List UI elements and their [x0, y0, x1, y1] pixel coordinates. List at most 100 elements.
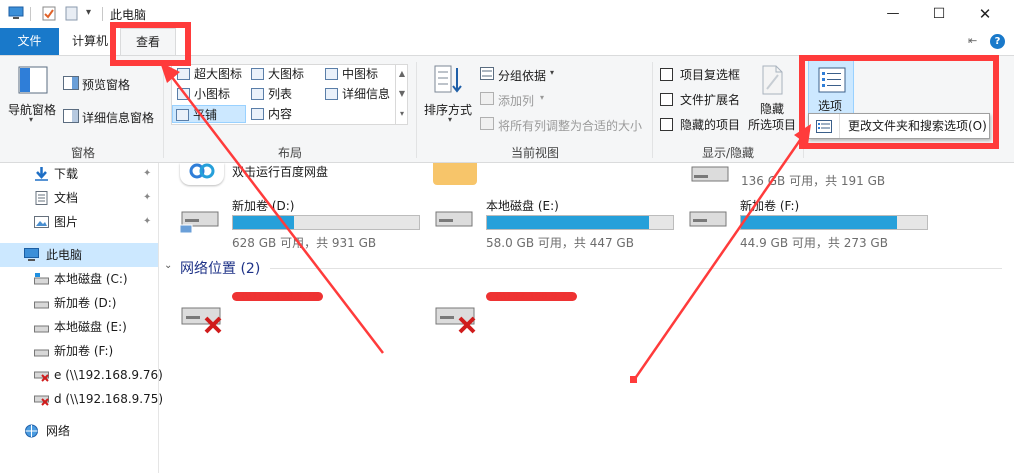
new-folder-icon[interactable] [64, 6, 80, 21]
nav-item-drive-e[interactable]: 本地磁盘 (E:) [0, 315, 158, 339]
baidu-netdisk-icon[interactable] [180, 163, 224, 185]
pin-icon[interactable]: ✦ [143, 210, 151, 234]
item-checkboxes-checkbox[interactable] [660, 68, 673, 81]
drive-icon [180, 211, 219, 233]
nav-item-drive-f[interactable]: 新加卷 (F:) [0, 339, 158, 363]
navigation-pane-chevron-icon[interactable]: ▾ [29, 115, 33, 124]
tab-file[interactable]: 文件 [0, 28, 59, 55]
nav-item-network[interactable]: 网络 [0, 419, 158, 443]
scroll-up-icon[interactable]: ▲ [396, 64, 408, 84]
size-all-columns-button[interactable]: 将所有列调整为合适的大小 [498, 117, 642, 134]
close-button[interactable]: ✕ [962, 0, 1008, 28]
network-location-e[interactable]: e (\\192.168.9.76) [180, 292, 420, 338]
change-folder-options-menu-item[interactable]: 更改文件夹和搜索选项(O) [839, 114, 989, 138]
hide-selected-label-2[interactable]: 所选项目 [748, 116, 796, 133]
sort-by-icon[interactable] [434, 64, 464, 96]
baidu-netdisk-label[interactable]: 双击运行百度网盘 [232, 163, 328, 180]
nav-item-drive-c[interactable]: 本地磁盘 (C:) [0, 267, 158, 291]
layout-large-icons[interactable]: 大图标 [248, 65, 304, 83]
options-button[interactable]: 选项 [808, 60, 854, 114]
maximize-button[interactable]: ☐ [916, 0, 962, 28]
group-label-current-view: 当前视图 [510, 146, 559, 160]
layout-list[interactable]: 列表 [248, 85, 292, 103]
details-pane-button[interactable]: 详细信息窗格 [82, 109, 154, 126]
layout-item-label: 平铺 [193, 108, 218, 122]
content-scrollbar[interactable] [1002, 163, 1014, 473]
drive-tile-f[interactable]: 新加卷 (F:) 44.9 GB 可用，共 273 GB [688, 197, 938, 251]
sort-by-chevron-icon[interactable]: ▾ [448, 115, 452, 124]
title-bar: ▾ 此电脑 — ☐ ✕ [0, 0, 1014, 28]
group-label-layout: 布局 [277, 146, 302, 160]
title-separator [30, 7, 31, 21]
ribbon-view: 导航窗格 ▾ 预览窗格 详细信息窗格 窗格 超大图标 大图标 中图标 小图标 列… [0, 55, 1014, 163]
file-extensions-checkbox[interactable] [660, 93, 673, 106]
add-columns-button[interactable]: 添加列 [498, 92, 534, 109]
nav-item-downloads[interactable]: 下载 ✦ [0, 162, 158, 186]
customize-qat-chevron-icon[interactable]: ▾ [86, 7, 91, 18]
layout-tiles[interactable]: 平铺 [172, 105, 246, 123]
folder-icon[interactable] [433, 163, 477, 185]
drive-tile-e[interactable]: 本地磁盘 (E:) 58.0 GB 可用，共 447 GB [434, 197, 684, 251]
network-location-d[interactable]: d (\\192.168.9.75) [434, 292, 674, 338]
hidden-items-checkbox[interactable] [660, 118, 673, 131]
preview-pane-button[interactable]: 预览窗格 [82, 76, 130, 93]
options-icon [818, 67, 846, 93]
hidden-items-label[interactable]: 隐藏的项目 [680, 116, 740, 133]
drive-icon[interactable] [690, 163, 730, 185]
nav-item-label: 本地磁盘 (C:) [54, 272, 128, 286]
pin-icon[interactable]: ✦ [143, 186, 151, 210]
layout-medium-icons[interactable]: 中图标 [322, 65, 378, 83]
drive-usage-fill [741, 216, 898, 229]
layout-extra-large-icons[interactable]: 超大图标 [174, 65, 242, 83]
drive-usage-bar [486, 215, 674, 230]
drive-tile-d[interactable]: 新加卷 (D:) 628 GB 可用，共 931 GB [180, 197, 430, 251]
minimize-button[interactable]: — [870, 0, 916, 28]
add-columns-chevron-icon[interactable]: ▾ [540, 93, 544, 102]
layout-gallery-scroller[interactable]: ▲ ▼ ▾ [395, 64, 408, 125]
navigation-pane-icon[interactable] [18, 66, 48, 94]
nav-item-drive-d[interactable]: 新加卷 (D:) [0, 291, 158, 315]
nav-item-network-drive-d[interactable]: d (\\192.168.9.75) [0, 387, 163, 411]
nav-item-label: 网络 [46, 424, 71, 438]
disconnected-network-drive-icon [435, 307, 476, 334]
tab-computer[interactable]: 计算机 [62, 28, 118, 55]
drive-usage-bar [232, 215, 420, 230]
layout-gallery: 超大图标 大图标 中图标 小图标 列表 详细信息 平铺 内容 [171, 64, 408, 125]
file-extensions-label[interactable]: 文件扩展名 [680, 91, 740, 108]
tiles-icon [176, 109, 189, 121]
layout-content[interactable]: 内容 [248, 105, 292, 123]
details-icon [325, 88, 338, 100]
layout-item-label: 内容 [268, 107, 293, 121]
group-by-chevron-icon[interactable]: ▾ [550, 68, 554, 77]
group-by-button[interactable]: 分组依据 [498, 67, 546, 84]
tab-view[interactable]: 查看 [120, 28, 176, 55]
collapse-chevron-icon[interactable]: ⌄ [164, 260, 172, 271]
window-title: 此电脑 [110, 8, 147, 22]
drive-c-free-space: 136 GB 可用，共 191 GB [741, 174, 886, 188]
hide-selected-label[interactable]: 隐藏 [760, 100, 784, 117]
layout-small-icons[interactable]: 小图标 [174, 85, 230, 103]
nav-item-network-drive-e[interactable]: e (\\192.168.9.76) [0, 363, 163, 387]
minimize-ribbon-icon[interactable]: ⇤ [968, 34, 977, 47]
help-icon[interactable]: ? [990, 34, 1005, 49]
cloud-icon [189, 163, 215, 179]
nav-item-label: 文档 [54, 191, 79, 205]
hide-selected-icon[interactable] [760, 65, 784, 95]
properties-icon[interactable] [41, 6, 57, 21]
group-label-show-hide: 显示/隐藏 [701, 146, 755, 160]
item-checkboxes-label[interactable]: 项目复选框 [680, 66, 740, 83]
pin-icon[interactable]: ✦ [143, 162, 151, 186]
gallery-more-icon[interactable]: ▾ [396, 104, 408, 123]
layout-item-label: 列表 [268, 87, 293, 101]
nav-item-pictures[interactable]: 图片 ✦ [0, 210, 158, 234]
layout-item-label: 详细信息 [342, 87, 391, 101]
drive-usage-fill [233, 216, 295, 229]
group-separator [652, 62, 653, 158]
layout-details[interactable]: 详细信息 [322, 85, 390, 103]
group-label-panes: 窗格 [70, 146, 95, 160]
nav-item-documents[interactable]: 文档 ✦ [0, 186, 158, 210]
drive-free-space: 628 GB 可用，共 931 GB [232, 236, 377, 250]
scroll-down-icon[interactable]: ▼ [396, 84, 408, 104]
nav-item-this-pc[interactable]: 此电脑 [0, 243, 158, 267]
network-locations-header[interactable]: 网络位置 (2) [180, 258, 260, 278]
